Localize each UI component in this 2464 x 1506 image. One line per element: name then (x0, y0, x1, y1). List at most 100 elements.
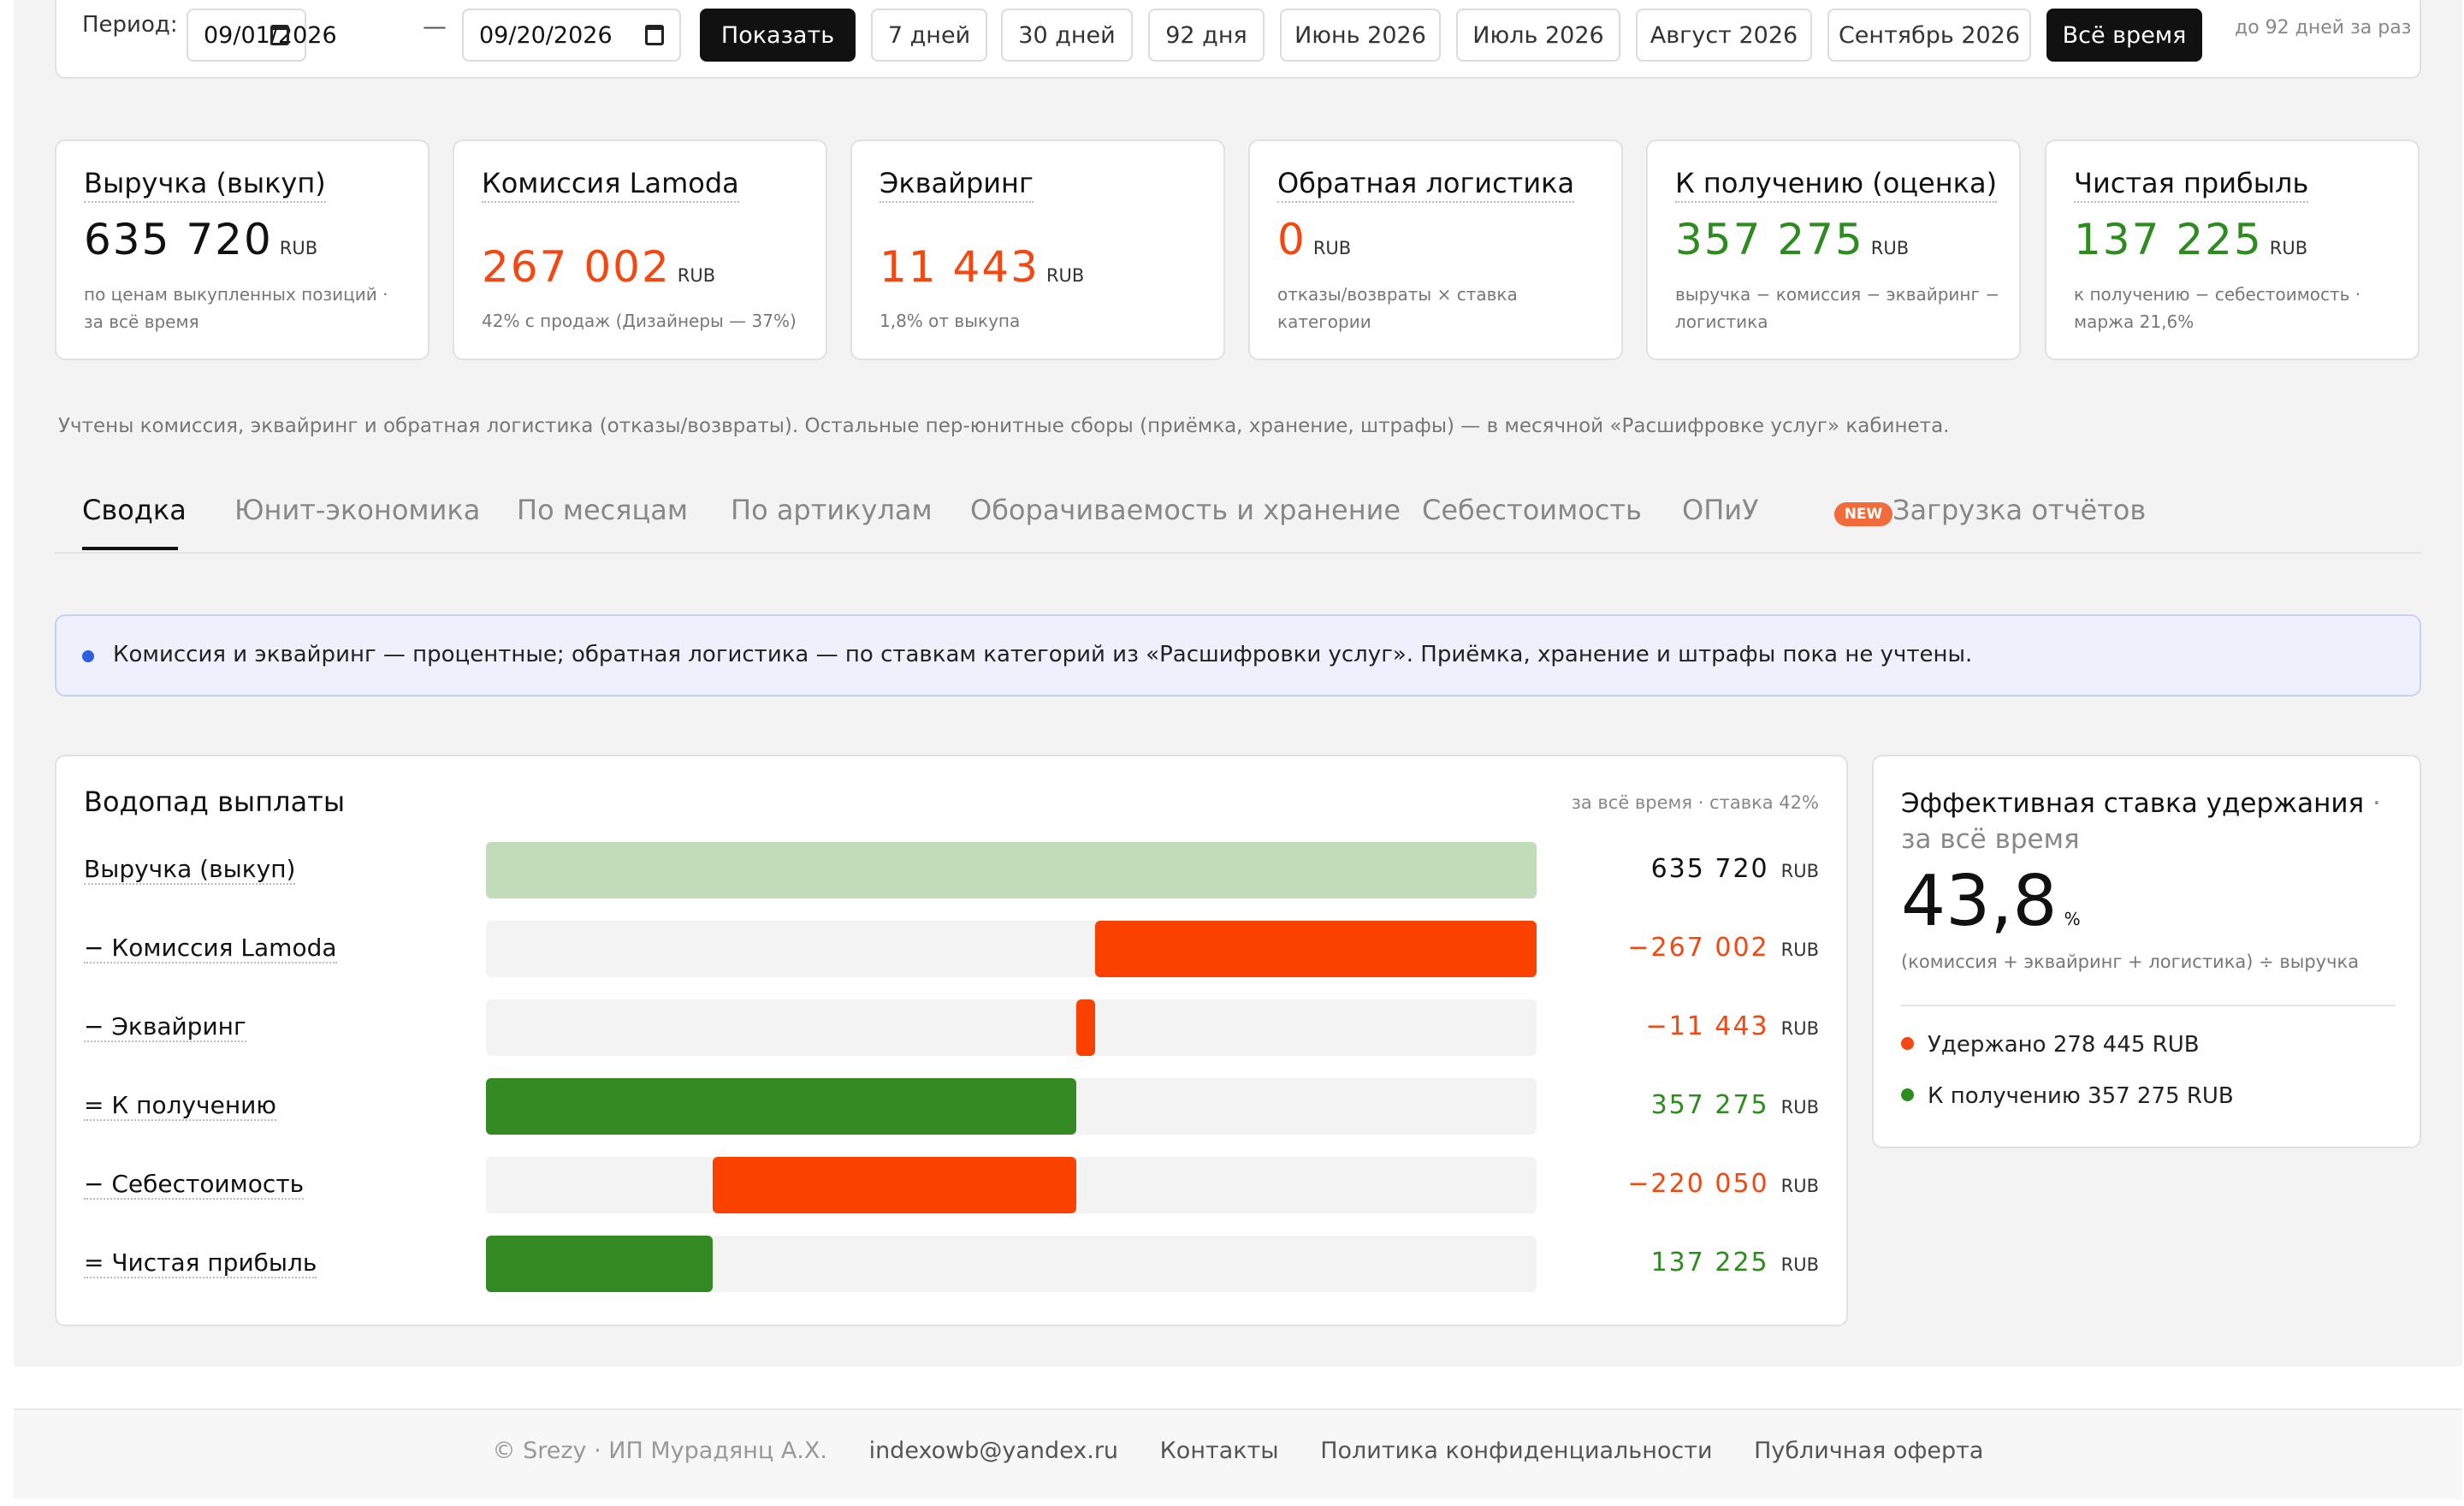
retention-rate-card: Эффективная ставка удержания · за всё вр… (1872, 755, 2421, 1148)
waterfall-row-value: −220 050 RUB (1627, 1169, 1819, 1199)
kpi-card-revenue: Выручка (выкуп) 635 720 RUB по ценам выку… (55, 139, 429, 360)
tabs-bar: Сводка Юнит-экономика По месяцам По арти… (55, 475, 2421, 554)
waterfall-value-currency: RUB (1780, 1018, 1819, 1039)
new-badge: NEW (1834, 502, 1892, 526)
waterfall-row: Выручка (выкуп) 635 720 RUB (56, 842, 1846, 898)
calendar-icon[interactable] (270, 25, 289, 45)
waterfall-value-number: 357 275 (1650, 1090, 1769, 1120)
preset-july-button[interactable]: Июль 2026 (1456, 9, 1620, 62)
period-filter-bar: Период: 09/01/2026 — 09/20/2026 Показать… (55, 0, 2421, 79)
waterfall-row-value: −11 443 RUB (1646, 1011, 1819, 1041)
calendar-icon[interactable] (645, 25, 664, 45)
legend-to-receive: К получению 357 275 RUB (1901, 1083, 2234, 1109)
waterfall-bar (486, 1078, 1077, 1135)
preset-august-button[interactable]: Август 2026 (1636, 9, 1812, 62)
waterfall-bar (1076, 999, 1096, 1056)
rate-title: Эффективная ставка удержания · за всё вр… (1901, 788, 2381, 855)
waterfall-row: = Чистая прибыль 137 225 RUB (56, 1236, 1846, 1292)
preset-30-days-button[interactable]: 30 дней (1001, 9, 1133, 62)
tab-unit-economics[interactable]: Юнит-экономика (234, 494, 480, 526)
kpi-title: Эквайринг (880, 167, 1034, 203)
rate-value: 43,8% (1901, 861, 2081, 942)
kpi-value: 11 443 RUB (880, 242, 1085, 292)
waterfall-bar (486, 842, 1537, 898)
kpi-title: К получению (оценка) (1675, 167, 1998, 203)
footer-email-link[interactable]: indexowb@yandex.ru (869, 1438, 1118, 1464)
waterfall-track (486, 842, 1537, 898)
kpi-title: Чистая прибыль (2074, 167, 2309, 203)
waterfall-value-number: 137 225 (1650, 1248, 1769, 1278)
info-banner-text: Комиссия и эквайринг — процентные; обрат… (113, 642, 1973, 667)
waterfall-row-label: − Эквайринг (84, 1012, 246, 1042)
waterfall-row-value: −267 002 RUB (1627, 933, 1819, 963)
preset-all-time-button[interactable]: Всё время (2046, 9, 2202, 62)
preset-june-button[interactable]: Июнь 2026 (1280, 9, 1441, 62)
waterfall-value-currency: RUB (1780, 940, 1819, 960)
waterfall-bar (486, 1236, 714, 1292)
tab-pnl[interactable]: ОПиУ (1682, 494, 1759, 526)
active-tab-indicator (82, 547, 178, 550)
tab-turnover-storage[interactable]: Оборачиваемость и хранение (970, 494, 1401, 526)
waterfall-track (486, 1236, 1537, 1292)
info-banner: Комиссия и эквайринг — процентные; обрат… (55, 614, 2421, 697)
waterfall-value-currency: RUB (1780, 1254, 1819, 1275)
waterfall-track (486, 1157, 1537, 1213)
waterfall-row-label: = К получению (84, 1091, 276, 1121)
tab-cost-price[interactable]: Себестоимость (1422, 494, 1642, 526)
waterfall-note: за всё время · ставка 42% (1571, 792, 1819, 813)
date-to-value: 09/20/2026 (479, 21, 613, 49)
waterfall-value-currency: RUB (1780, 1176, 1819, 1196)
kpi-title: Выручка (выкуп) (84, 167, 326, 203)
kpi-value: 0 RUB (1277, 215, 1352, 264)
footer: © Srezy · ИП Мурадянц А.Х. indexowb@yand… (14, 1410, 2462, 1499)
waterfall-value-currency: RUB (1780, 861, 1819, 881)
period-limit-note: до 92 дней за раз (2235, 17, 2412, 39)
kpi-description: 1,8% от выкупа (880, 311, 1021, 331)
fees-disclaimer: Учтены комиссия, эквайринг и обратная ло… (58, 415, 1950, 437)
period-label: Период: (82, 12, 178, 38)
waterfall-row: = К получению 357 275 RUB (56, 1078, 1846, 1135)
waterfall-row-label: − Комиссия Lamoda (84, 934, 337, 963)
preset-september-button[interactable]: Сентябрь 2026 (1827, 9, 2031, 62)
tab-by-articles[interactable]: По артикулам (731, 494, 933, 526)
kpi-title: Обратная логистика (1277, 167, 1575, 203)
footer-privacy-link[interactable]: Политика конфиденциальности (1320, 1438, 1712, 1464)
tab-by-months[interactable]: По месяцам (517, 494, 688, 526)
waterfall-bar (1095, 921, 1537, 977)
waterfall-row-value: 137 225 RUB (1651, 1248, 1819, 1278)
waterfall-value-number: −11 443 (1645, 1011, 1769, 1041)
kpi-description: 42% с продаж (Дизайнеры — 37%) (482, 311, 797, 331)
show-button[interactable]: Показать (700, 9, 856, 62)
tab-summary[interactable]: Сводка (82, 494, 187, 526)
footer-contacts-link[interactable]: Контакты (1160, 1438, 1279, 1464)
page: Период: 09/01/2026 — 09/20/2026 Показать… (0, 0, 2464, 1506)
tab-upload-reports[interactable]: Загрузка отчётов (1892, 494, 2146, 526)
waterfall-value-number: 635 720 (1650, 854, 1769, 884)
waterfall-card: Водопад выплаты за всё время · ставка 42… (55, 755, 1848, 1326)
legend-dot-icon (1901, 1037, 1914, 1050)
waterfall-row: − Себестоимость −220 050 RUB (56, 1157, 1846, 1213)
waterfall-title: Водопад выплаты (84, 786, 346, 818)
footer-offer-link[interactable]: Публичная оферта (1754, 1438, 1983, 1464)
waterfall-value-number: −220 050 (1627, 1169, 1769, 1199)
kpi-value: 635 720 RUB (84, 215, 318, 264)
kpi-value: 357 275 RUB (1675, 215, 1910, 264)
waterfall-row-label: = Чистая прибыль (84, 1248, 317, 1278)
waterfall-row: − Комиссия Lamoda −267 002 RUB (56, 921, 1846, 977)
kpi-value: 267 002 RUB (482, 242, 716, 292)
kpi-title: Комиссия Lamoda (482, 167, 739, 203)
kpi-description: к получению − себестоимость · маржа 21,6… (2074, 284, 2361, 332)
date-to-input[interactable]: 09/20/2026 (462, 9, 681, 62)
date-from-input[interactable]: 09/01/2026 (187, 9, 337, 62)
preset-92-days-button[interactable]: 92 дня (1148, 9, 1265, 62)
preset-7-days-button[interactable]: 7 дней (871, 9, 987, 62)
waterfall-track (486, 999, 1537, 1056)
legend-dot-icon (1901, 1088, 1914, 1101)
waterfall-track (486, 921, 1537, 977)
rate-formula: (комиссия + эквайринг + логистика) ÷ выр… (1901, 952, 2360, 972)
kpi-description: по ценам выкупленных позиций · за всё вр… (84, 284, 388, 332)
waterfall-bar (713, 1157, 1077, 1213)
kpi-description: выручка − комиссия − эквайринг − логисти… (1675, 284, 2000, 332)
info-dot-icon (82, 650, 94, 662)
kpi-card-commission: Комиссия Lamoda 267 002 RUB 42% с продаж … (453, 139, 827, 360)
